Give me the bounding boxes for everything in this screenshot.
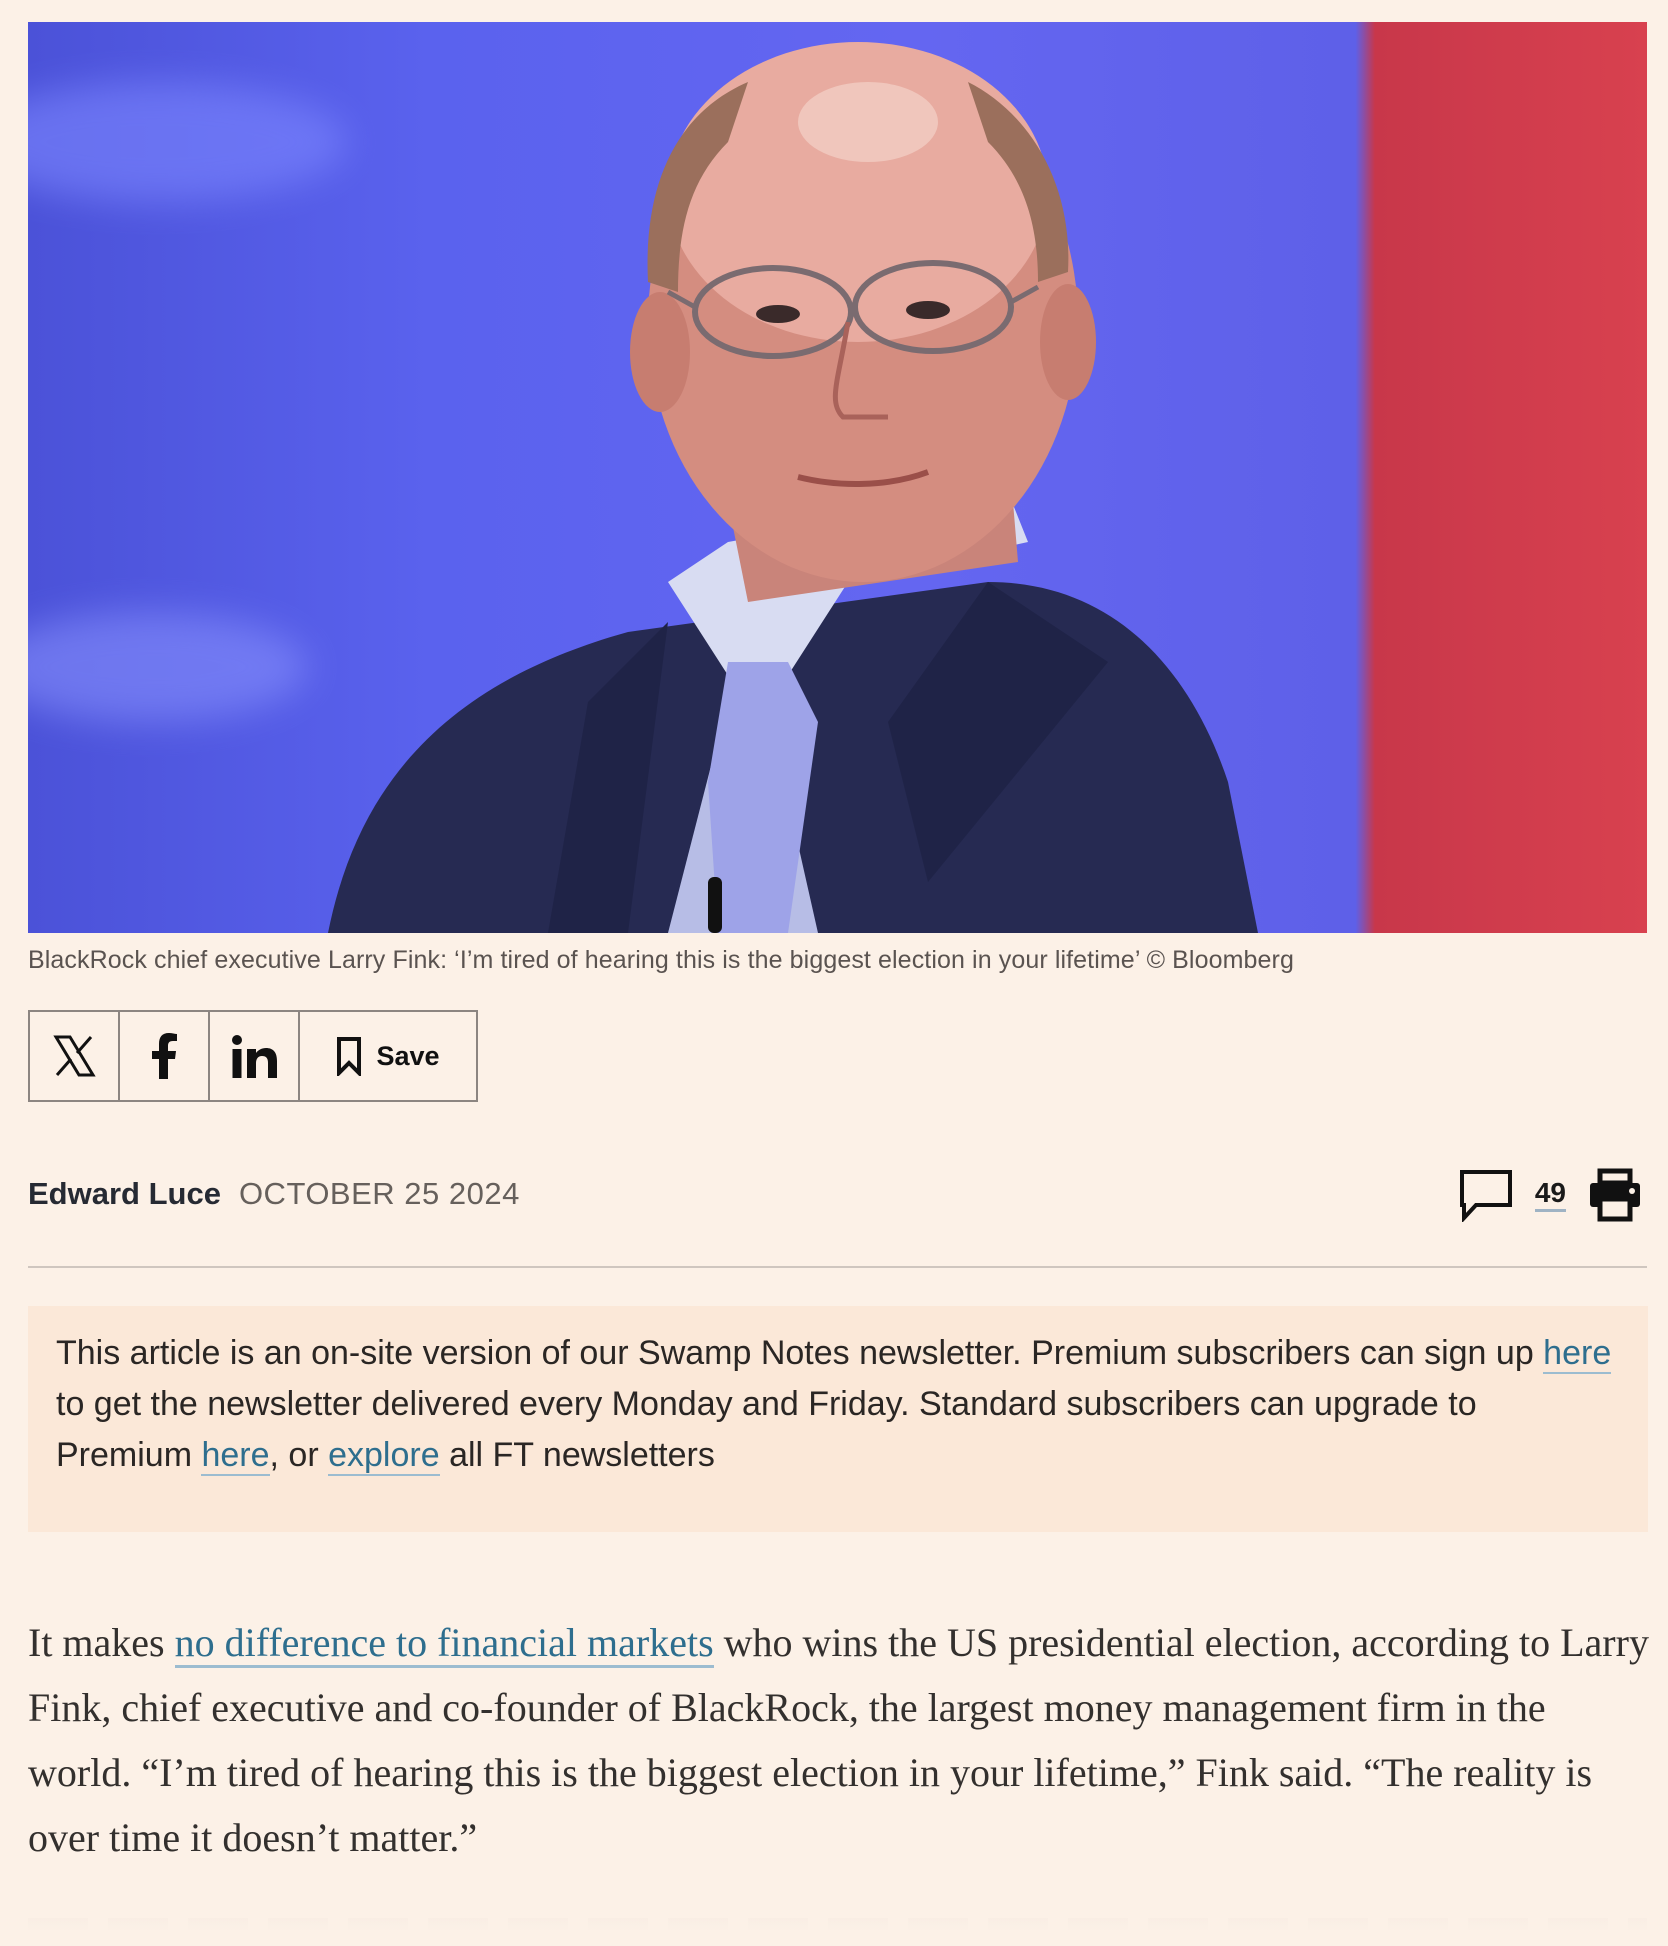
bottom-fade xyxy=(0,1900,1668,1946)
publish-date: OCTOBER 25 2024 xyxy=(238,1176,520,1211)
promo-text: , or xyxy=(269,1436,329,1474)
author-name[interactable]: Edward Luce xyxy=(28,1176,221,1212)
promo-signup-link[interactable]: here xyxy=(1543,1334,1612,1374)
article-body: It makes no difference to financial mark… xyxy=(28,1610,1658,1870)
facebook-icon xyxy=(152,1033,177,1079)
bookmark-icon xyxy=(337,1037,362,1076)
newsletter-promo: This article is an on-site version of ou… xyxy=(28,1306,1648,1532)
share-linkedin-button[interactable] xyxy=(210,1012,300,1100)
share-facebook-button[interactable] xyxy=(120,1012,210,1100)
promo-explore-link[interactable]: explore xyxy=(328,1436,440,1476)
promo-text: all FT newsletters xyxy=(439,1436,715,1474)
photo-caption: BlackRock chief executive Larry Fink: ‘I… xyxy=(28,946,1294,974)
article-tools: 49 xyxy=(1459,1168,1642,1222)
x-icon xyxy=(53,1035,96,1077)
share-toolbar: Save xyxy=(28,1010,478,1102)
promo-text: This article is an on-site version of ou… xyxy=(56,1334,1544,1372)
save-label: Save xyxy=(376,1040,440,1071)
byline: Edward Luce OCTOBER 25 2024 xyxy=(28,1176,520,1212)
comment-count[interactable]: 49 xyxy=(1534,1178,1566,1212)
share-x-button[interactable] xyxy=(30,1012,120,1100)
paragraph-text: It makes xyxy=(28,1620,175,1665)
save-button[interactable]: Save xyxy=(300,1012,476,1100)
comment-icon[interactable] xyxy=(1459,1168,1513,1222)
promo-upgrade-link[interactable]: here xyxy=(201,1436,270,1476)
print-icon[interactable] xyxy=(1588,1168,1642,1222)
hero-photo xyxy=(28,22,1647,933)
portrait-illustration xyxy=(328,42,1258,933)
divider xyxy=(28,1266,1647,1268)
inline-article-link[interactable]: no difference to financial markets xyxy=(174,1620,714,1668)
linkedin-icon xyxy=(232,1035,277,1078)
